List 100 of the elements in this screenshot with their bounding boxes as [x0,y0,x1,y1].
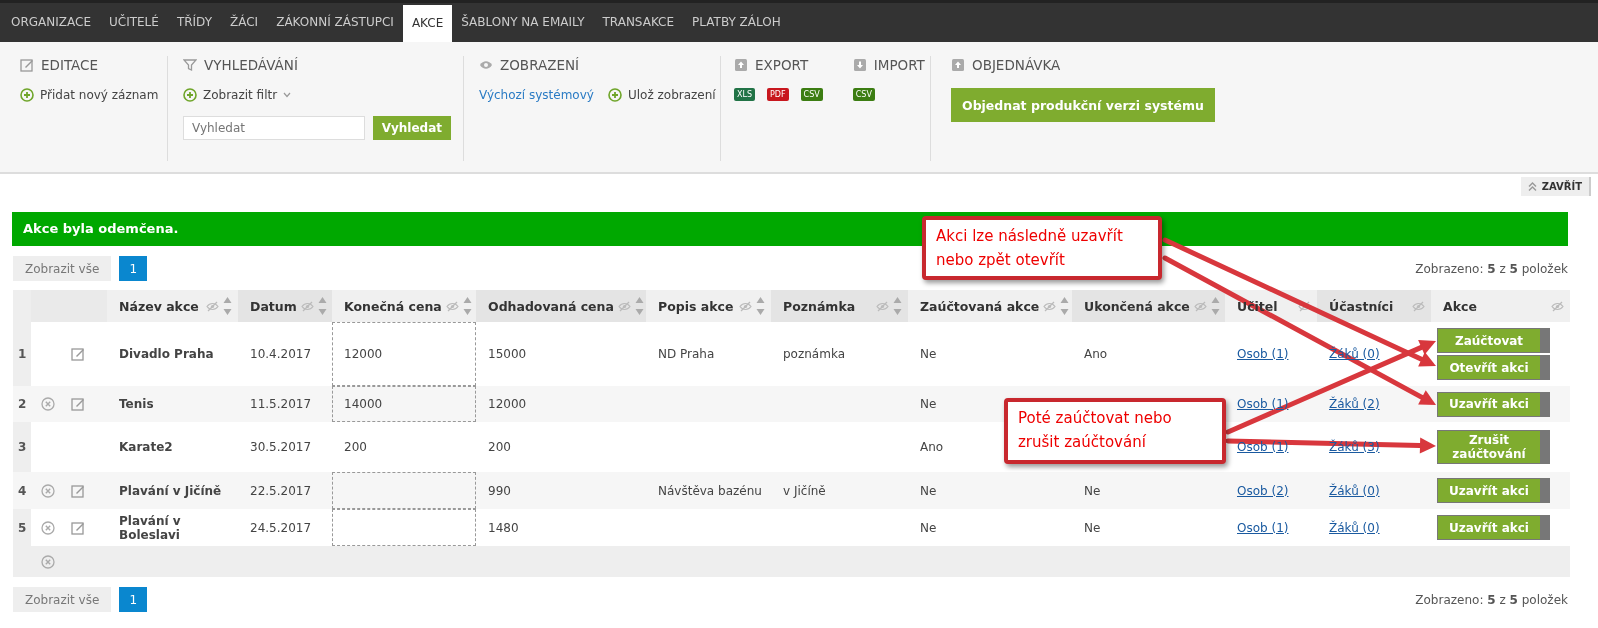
table-cell: Ne [920,347,937,361]
row-number: 3 [13,422,31,472]
eye-slash-icon [445,300,459,312]
nav-tab[interactable]: ZÁKONNÍ ZÁSTUPCI [267,3,403,42]
search-field[interactable]: Vyhledat [183,116,365,140]
teacher-link[interactable]: Osob (1) [1237,347,1289,361]
eye-slash-icon [1193,300,1207,312]
participants-link[interactable]: Žáků (0) [1329,520,1380,535]
nav-tab[interactable]: AKCE [402,5,453,42]
eye-slash-icon [617,300,631,312]
row-number: 1 [13,322,31,386]
table-cell: Ne [920,483,937,498]
section-title: ZOBRAZENÍ [500,57,580,73]
table-cell: Návštěva bazénu [658,483,762,498]
eye-slash-icon [1298,300,1311,312]
table-cell: 990 [488,483,511,498]
nav-tab[interactable]: ŽÁCI [221,3,268,42]
close-panel-button[interactable]: ZAVŘÍT [1520,177,1591,196]
plus-circle-icon [607,88,622,102]
section-title: OBJEDNÁVKA [972,57,1061,73]
plus-circle-icon [183,88,197,102]
eye-slash-icon [1551,300,1564,312]
file-format-badge[interactable]: XLS [734,88,755,101]
page-button[interactable]: 1 [119,587,148,612]
nav-tab[interactable]: TRANSAKCE [593,3,684,42]
remove-icon[interactable] [41,520,55,535]
item-count: Zobrazeno: 5 z 5 položek [1415,261,1568,276]
participants-link[interactable]: Žáků (2) [1329,397,1380,411]
table-cell: Ne [920,520,937,535]
table-cell: 15000 [488,347,527,361]
table-cell: Ano [920,440,944,454]
file-format-badge[interactable]: CSV [800,88,823,101]
show-all-button[interactable]: Zobrazit vše [13,256,112,281]
table-cell: 11.5.2017 [250,397,312,411]
show-filter-link[interactable]: Zobrazit filtr [183,88,451,102]
event-name: Tenis [119,397,155,411]
nav-tab[interactable]: TŘÍDY [167,3,221,42]
callout-note: Poté zaúčtovat nebo zrušit zaúčtování [1004,398,1226,464]
filter-icon [183,58,197,72]
remove-icon[interactable] [41,397,55,411]
item-count: Zobrazeno: 5 z 5 položek [1415,592,1568,607]
nav-tab[interactable]: UČITELÉ [100,3,168,42]
event-name: Divadlo Praha [119,347,215,361]
event-name: Plavání v Jičíně [119,483,223,498]
eye-slash-icon [300,300,314,312]
eye-icon [479,58,493,72]
section-title: EXPORT [755,57,809,73]
eye-slash-icon [1043,300,1057,312]
column-header[interactable]: Akce [1443,298,1477,314]
row-number: 4 [13,472,31,509]
file-format-badge[interactable]: PDF [767,88,789,101]
plus-circle-icon [20,88,34,102]
table-cell: ND Praha [658,347,715,361]
table-cell: 200 [344,440,367,454]
table-cell: 12000 [488,397,527,411]
editable-cell[interactable]: 14000 [332,386,476,422]
nav-tab[interactable]: PLATBY ZÁLOH [683,3,790,42]
nav-tab[interactable]: ORGANIZACE [2,3,100,42]
table-cell: poznámka [783,347,845,361]
table-cell: 10.4.2017 [250,347,312,361]
page-button[interactable]: 1 [119,256,148,281]
caret-icon [283,92,292,98]
editable-cell[interactable]: 12000 [332,322,476,386]
table-cell: Ne [1084,483,1101,498]
show-all-button[interactable]: Zobrazit vše [13,587,112,612]
section-title: EDITACE [41,57,99,73]
table-cell: v Jičíně [783,483,826,498]
section-title: IMPORT [873,57,925,73]
callout-note: Akci lze následně uzavřít nebo zpět otevřít [922,216,1162,280]
edit-icon [20,58,34,72]
remove-icon[interactable] [41,483,55,498]
editable-cell[interactable] [332,472,476,509]
remove-icon[interactable] [41,554,55,569]
upload-icon [734,58,748,72]
row-number: 2 [13,386,31,422]
default-view-link[interactable]: Výchozí systémový [479,88,594,102]
teacher-link[interactable]: Osob (1) [1237,520,1289,535]
save-view-link[interactable]: Ulož zobrazení [607,88,716,102]
edit-icon[interactable] [71,520,85,535]
edit-icon[interactable] [71,347,85,361]
double-chevron-up-icon [1527,182,1537,191]
eye-slash-icon [739,300,752,312]
table-cell: 30.5.2017 [250,440,312,454]
table-cell: 24.5.2017 [250,520,312,535]
eye-slash-icon [876,300,889,312]
upload-icon [951,58,965,72]
table-cell: 1480 [488,520,519,535]
file-format-badge[interactable]: CSV [852,88,875,101]
event-name: Plavání v Boleslavi [119,513,182,542]
participants-link[interactable]: Žáků (0) [1329,483,1380,498]
section-title: VYHLEDÁVÁNÍ [204,57,298,73]
download-icon [852,58,867,72]
eye-slash-icon [206,300,219,312]
table-cell: 22.5.2017 [250,483,312,498]
edit-icon[interactable] [71,397,85,411]
table-cell: 200 [488,440,511,454]
nav-tab[interactable]: ŠABLONY NA EMAILY [452,3,594,42]
event-name: Karate2 [119,440,174,454]
edit-icon[interactable] [71,483,85,498]
editable-cell[interactable] [332,509,476,546]
